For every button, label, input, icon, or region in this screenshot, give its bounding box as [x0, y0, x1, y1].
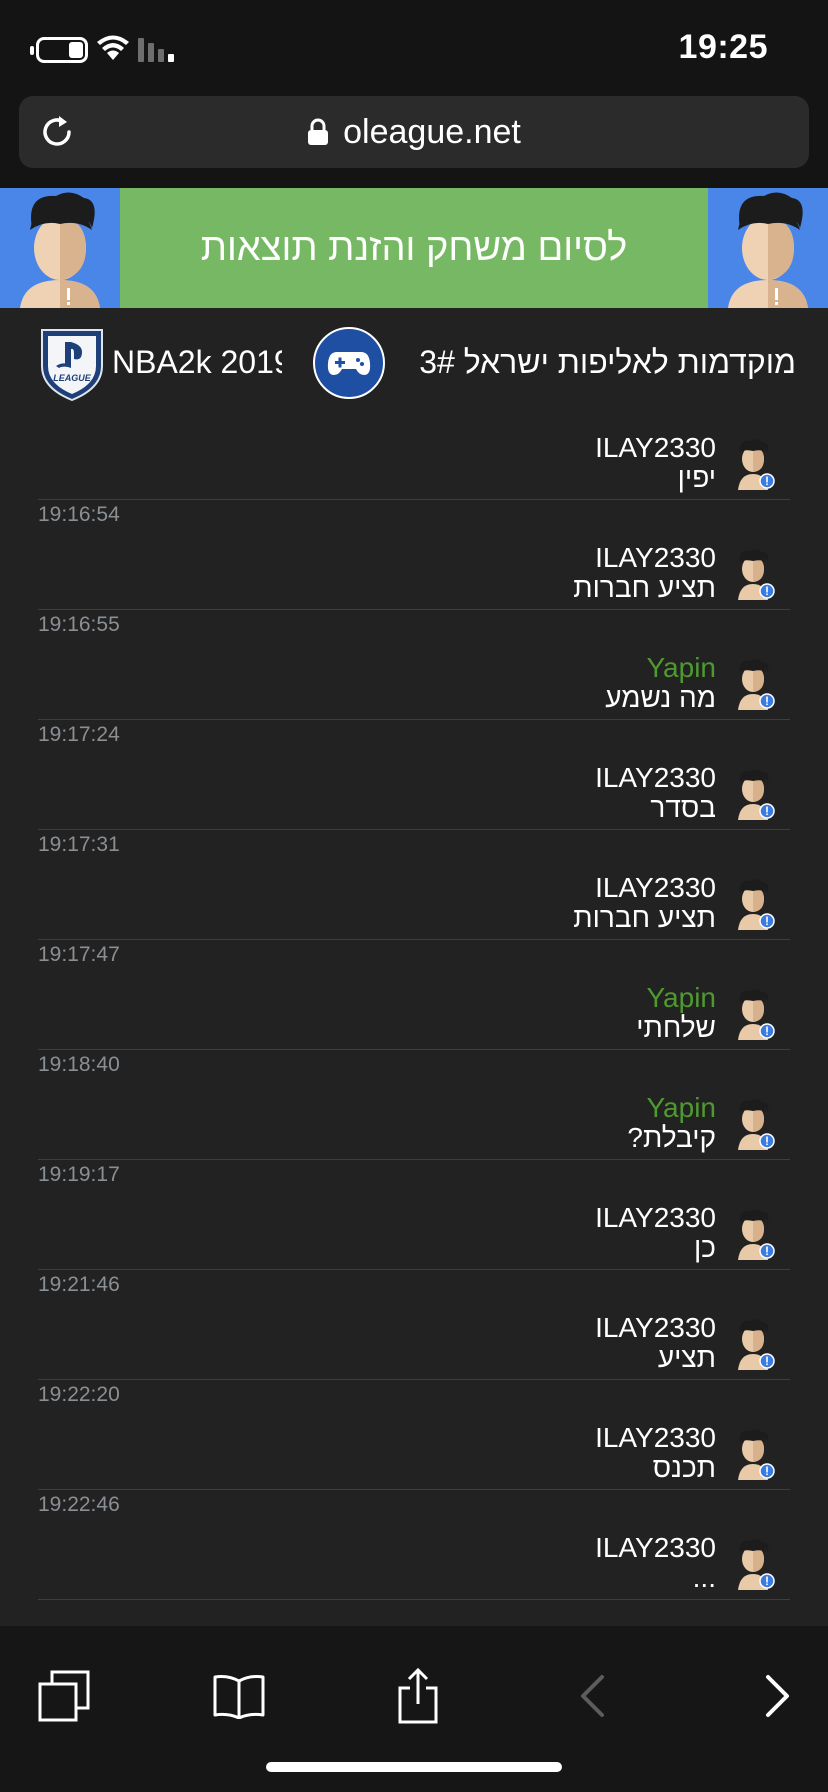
controller-icon — [313, 327, 385, 399]
avatar[interactable] — [730, 438, 776, 490]
message-author[interactable]: Yapin — [646, 1092, 716, 1124]
avatar[interactable] — [730, 1318, 776, 1370]
league-header: LEAGUE NBA2k 2019 מוקדמות לאליפות ישראל … — [0, 308, 828, 426]
message-timestamp: 19:22:46 — [38, 1493, 120, 1516]
avatar[interactable] — [730, 988, 776, 1040]
message-text: קיבלת? — [627, 1122, 716, 1153]
avatar[interactable] — [730, 1428, 776, 1480]
message-author[interactable]: ILAY2330 — [595, 1532, 716, 1564]
screen: 19:25 oleague.net לסיום משחק והזנת תוצאו… — [0, 0, 828, 1792]
home-indicator[interactable] — [266, 1762, 562, 1772]
back-button[interactable] — [552, 1656, 632, 1736]
message-author[interactable]: ILAY2330 — [595, 762, 716, 794]
lock-icon — [308, 118, 329, 145]
message-timestamp: 19:16:55 — [38, 613, 120, 636]
message-text: בסדר — [650, 792, 716, 823]
message-text: ... — [692, 1562, 716, 1593]
forward-icon — [766, 1675, 789, 1717]
tabs-button[interactable] — [24, 1656, 104, 1736]
avatar[interactable] — [730, 1538, 776, 1590]
avatar[interactable] — [730, 878, 776, 930]
clock: 19:25 — [678, 28, 768, 66]
shield-label: LEAGUE — [53, 373, 92, 383]
message-timestamp: 19:19:17 — [38, 1163, 120, 1186]
share-button[interactable] — [378, 1656, 458, 1736]
bookmarks-icon — [213, 1675, 265, 1719]
message-text: תציע חברות — [573, 902, 716, 933]
tournament-title[interactable]: מוקדמות לאליפות ישראל 3# — [410, 344, 796, 381]
chat-message: 19:19:17 ILAY2330 כן — [38, 1160, 790, 1270]
chat-message: 19:17:31 ILAY2330 תציע חברות — [38, 830, 790, 940]
message-author[interactable]: ILAY2330 — [595, 1312, 716, 1344]
avatar — [708, 188, 828, 308]
chat-list: 19:16:41 ILAY2330 יפין 19:16:54 ILAY2330… — [0, 420, 828, 1600]
avatar[interactable] — [730, 768, 776, 820]
avatar[interactable] — [730, 658, 776, 710]
chat-message: 19:22:46 ILAY2330 ... — [38, 1490, 790, 1600]
message-text: יפין — [677, 462, 716, 493]
tabs-icon — [38, 1670, 90, 1722]
chat-message: 19:16:55 Yapin מה נשמע — [38, 610, 790, 720]
message-timestamp: 19:18:40 — [38, 1053, 120, 1076]
chat-message: 19:17:24 ILAY2330 בסדר — [38, 720, 790, 830]
chat-message: 19:18:40 Yapin קיבלת? — [38, 1050, 790, 1160]
message-author[interactable]: Yapin — [646, 652, 716, 684]
message-author[interactable]: ILAY2330 — [595, 1202, 716, 1234]
message-timestamp: 19:22:20 — [38, 1383, 120, 1406]
message-author[interactable]: ILAY2330 — [595, 872, 716, 904]
signal-icon — [138, 38, 174, 62]
playstation-league-logo[interactable]: LEAGUE — [38, 326, 106, 402]
message-text: תכנס — [652, 1452, 716, 1483]
message-text: כן — [694, 1232, 716, 1263]
battery-icon — [30, 37, 88, 63]
message-text: תציע — [657, 1342, 716, 1373]
message-author[interactable]: Yapin — [646, 982, 716, 1014]
message-author[interactable]: ILAY2330 — [595, 1422, 716, 1454]
avatar[interactable] — [730, 1208, 776, 1260]
wifi-icon — [97, 35, 129, 60]
chat-message: 19:21:46 ILAY2330 תציע — [38, 1270, 790, 1380]
message-text: תציע חברות — [573, 572, 716, 603]
forward-button[interactable] — [738, 1656, 818, 1736]
chat-message: 19:16:41 ILAY2330 יפין — [38, 420, 790, 500]
chat-message: 19:16:54 ILAY2330 תציע חברות — [38, 500, 790, 610]
message-text: שלחתי — [636, 1012, 716, 1043]
message-text: מה נשמע — [605, 682, 716, 713]
banner-text[interactable]: לסיום משחק והזנת תוצאות — [120, 188, 708, 308]
chat-message: 19:22:20 ILAY2330 תכנס — [38, 1380, 790, 1490]
message-timestamp: 19:16:54 — [38, 503, 120, 526]
chat-panel[interactable]: 19:16:41 ILAY2330 יפין 19:16:54 ILAY2330… — [0, 420, 828, 1626]
share-icon — [398, 1668, 438, 1724]
message-timestamp: 19:17:31 — [38, 833, 120, 856]
avatar — [0, 188, 120, 308]
message-timestamp: 19:21:46 — [38, 1273, 120, 1296]
chat-message: 19:17:47 Yapin שלחתי — [38, 940, 790, 1050]
url-text[interactable]: oleague.net — [343, 113, 521, 152]
status-bar: 19:25 — [0, 0, 828, 92]
message-timestamp: 19:17:47 — [38, 943, 120, 966]
address-bar[interactable]: oleague.net — [19, 96, 809, 168]
avatar[interactable] — [730, 548, 776, 600]
message-timestamp: 19:17:24 — [38, 723, 120, 746]
back-icon — [581, 1675, 604, 1717]
message-author[interactable]: ILAY2330 — [595, 542, 716, 574]
bookmarks-button[interactable] — [199, 1656, 279, 1736]
browser-address-area: oleague.net — [0, 92, 828, 188]
avatar[interactable] — [730, 1098, 776, 1150]
message-author[interactable]: ILAY2330 — [595, 432, 716, 464]
game-name[interactable]: NBA2k 2019 — [112, 344, 282, 381]
finish-game-banner[interactable]: לסיום משחק והזנת תוצאות — [0, 188, 828, 308]
